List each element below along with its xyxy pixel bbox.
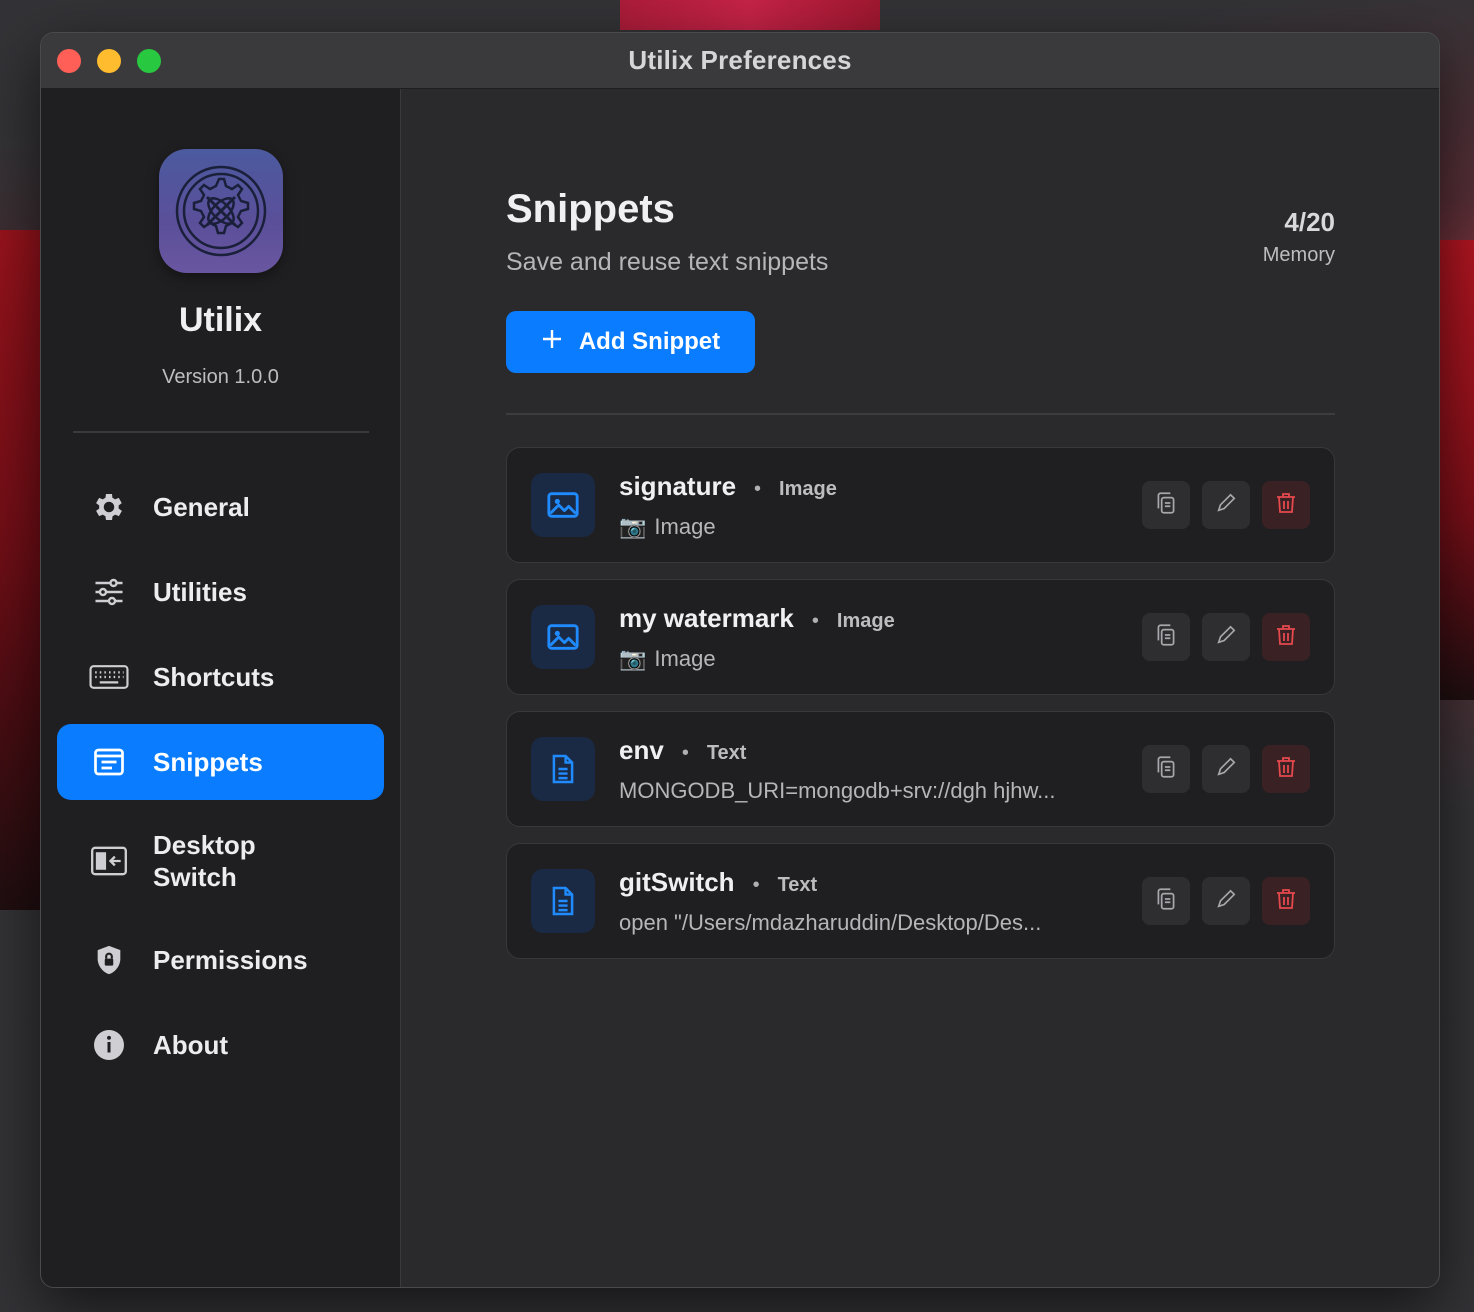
snippet-name: my watermark — [619, 602, 794, 633]
separator-dot: • — [681, 741, 689, 764]
sidebar-item-shortcuts[interactable]: Shortcuts — [57, 639, 384, 715]
snippet-preview: MONGODB_URI=mongodb+srv://dgh hjhw... — [619, 777, 1056, 803]
separator-dot: • — [811, 609, 819, 632]
memory-count: 4/20 — [1284, 207, 1335, 237]
edit-button[interactable] — [1202, 745, 1250, 793]
image-icon — [531, 605, 595, 669]
camera-icon: 📷 — [619, 513, 647, 539]
trash-icon — [1274, 886, 1298, 917]
sidebar-item-label: General — [153, 492, 250, 522]
sidebar-item-permissions[interactable]: Permissions — [57, 922, 384, 998]
camera-icon: 📷 — [619, 645, 647, 671]
content-divider — [506, 413, 1335, 415]
copy-button[interactable] — [1142, 877, 1190, 925]
copy-icon — [1153, 754, 1179, 785]
delete-button[interactable] — [1262, 613, 1310, 661]
trash-icon — [1274, 490, 1298, 521]
snippet-icon — [89, 742, 129, 782]
snippet-row[interactable]: gitSwitch • Text open "/Users/mdazharudd… — [506, 843, 1335, 959]
edit-button[interactable] — [1202, 613, 1250, 661]
snippet-preview: Image — [654, 645, 716, 671]
copy-button[interactable] — [1142, 481, 1190, 529]
add-snippet-button[interactable]: Add Snippet — [506, 311, 755, 373]
delete-button[interactable] — [1262, 745, 1310, 793]
snippet-name: gitSwitch — [619, 866, 735, 897]
edit-button[interactable] — [1202, 481, 1250, 529]
snippet-type: Image — [779, 477, 837, 500]
plus-icon — [541, 328, 563, 357]
sidebar-item-snippets[interactable]: Snippets — [57, 724, 384, 800]
close-button[interactable] — [57, 49, 81, 73]
document-icon — [531, 737, 595, 801]
copy-button[interactable] — [1142, 613, 1190, 661]
copy-button[interactable] — [1142, 745, 1190, 793]
image-icon — [531, 473, 595, 537]
snippet-type: Text — [706, 741, 747, 764]
snippet-preview: open "/Users/mdazharuddin/Desktop/Des... — [619, 909, 1042, 935]
separator-dot: • — [752, 873, 760, 896]
trash-icon — [1274, 754, 1298, 785]
pencil-icon — [1215, 492, 1237, 519]
sidebar-item-utilities[interactable]: Utilities — [57, 554, 384, 630]
background-art — [620, 0, 880, 30]
sidebar-divider — [72, 431, 369, 433]
sidebar-item-desktop-switch[interactable]: Desktop Switch — [57, 809, 384, 913]
main-content: Snippets Save and reuse text snippets 4/… — [401, 89, 1439, 1287]
app-logo-icon — [158, 149, 283, 273]
sidebar-item-label: Permissions — [153, 945, 308, 975]
app-version: Version 1.0.0 — [162, 366, 279, 388]
sidebar-nav: General Utilities Shortcuts Snippets Des… — [41, 469, 400, 1092]
sidebar-item-general[interactable]: General — [57, 469, 384, 545]
sidebar-item-label: Shortcuts — [153, 662, 275, 692]
delete-button[interactable] — [1262, 481, 1310, 529]
snippet-name: env — [619, 734, 664, 765]
sidebar-item-label: About — [153, 1030, 229, 1060]
desktop-switch-icon — [89, 841, 129, 881]
memory-indicator: 4/20 Memory — [1263, 207, 1335, 267]
info-icon — [89, 1025, 129, 1065]
copy-icon — [1153, 886, 1179, 917]
sidebar-item-about[interactable]: About — [57, 1007, 384, 1083]
sidebar-item-label: Snippets — [153, 747, 263, 777]
zoom-button[interactable] — [137, 49, 161, 73]
pencil-icon — [1215, 756, 1237, 783]
page-subtitle: Save and reuse text snippets — [506, 248, 829, 276]
shield-icon — [89, 940, 129, 980]
sidebar-item-label: Desktop Switch — [153, 830, 256, 892]
copy-icon — [1153, 490, 1179, 521]
gear-icon — [89, 487, 129, 527]
trash-icon — [1274, 622, 1298, 653]
window-title: Utilix Preferences — [628, 45, 852, 75]
sliders-icon — [89, 572, 129, 612]
snippet-row[interactable]: signature • Image 📷 Image — [506, 447, 1335, 563]
edit-button[interactable] — [1202, 877, 1250, 925]
titlebar: Utilix Preferences — [41, 33, 1439, 89]
app-name: Utilix — [178, 301, 263, 339]
document-icon — [531, 869, 595, 933]
snippet-row[interactable]: env • Text MONGODB_URI=mongodb+srv://dgh… — [506, 711, 1335, 827]
snippet-list: signature • Image 📷 Image my watermark •… — [506, 447, 1335, 959]
snippet-preview: Image — [654, 513, 716, 539]
delete-button[interactable] — [1262, 877, 1310, 925]
snippet-type: Text — [777, 873, 818, 896]
pencil-icon — [1215, 888, 1237, 915]
memory-label: Memory — [1262, 244, 1335, 266]
minimize-button[interactable] — [97, 49, 121, 73]
keyboard-icon — [89, 657, 129, 697]
sidebar-item-label: Utilities — [153, 577, 247, 607]
pencil-icon — [1215, 624, 1237, 651]
sidebar: Utilix Version 1.0.0 General Utilities S… — [41, 89, 401, 1287]
snippet-name: signature — [619, 470, 737, 501]
page-title: Snippets — [506, 187, 675, 231]
add-snippet-label: Add Snippet — [578, 328, 721, 355]
preferences-window: Utilix Preferences Utilix Version 1.0.0 — [40, 32, 1440, 1288]
traffic-lights — [57, 49, 161, 73]
copy-icon — [1153, 622, 1179, 653]
snippet-type: Image — [836, 609, 895, 632]
separator-dot: • — [754, 477, 762, 500]
snippet-row[interactable]: my watermark • Image 📷 Image — [506, 579, 1335, 695]
